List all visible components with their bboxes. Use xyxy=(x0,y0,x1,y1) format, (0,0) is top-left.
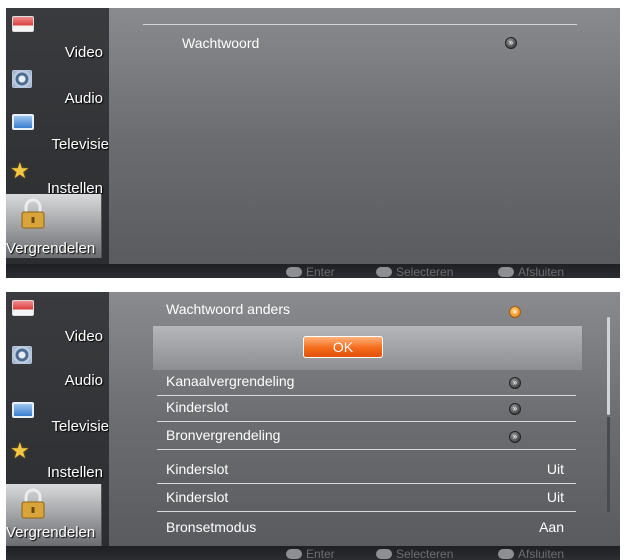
menu-row-label: Kinderslot xyxy=(166,489,229,505)
sidebar-item-label: Audio xyxy=(64,372,103,389)
ok-key-icon xyxy=(286,266,302,277)
sidebar-item-vergrendelen[interactable]: Vergrendelen xyxy=(6,484,102,546)
sidebar: Video Audio Televisie ★ Instellen Vergre… xyxy=(6,8,109,264)
sidebar-item-label: Vergrendelen xyxy=(6,524,96,541)
arrow-icon: » xyxy=(505,37,517,49)
menu-row-label: Kanaalvergrendeling xyxy=(166,373,295,389)
video-icon xyxy=(12,16,34,32)
sidebar-item-audio[interactable]: Audio xyxy=(6,66,109,114)
menu-row-value: Aan xyxy=(539,519,564,535)
star-icon: ★ xyxy=(10,438,30,463)
sidebar-item-label: Instellen xyxy=(47,464,103,481)
sidebar-item-video[interactable]: Video xyxy=(6,296,109,345)
sidebar-item-label: Vergrendelen xyxy=(6,240,96,257)
sidebar-item-label: Televisie xyxy=(51,136,109,153)
row-divider xyxy=(157,449,576,450)
arrow-icon: » xyxy=(509,377,521,389)
hint-exit-label: Afsluiten xyxy=(518,265,565,278)
scrollbar-thumb[interactable] xyxy=(607,317,610,415)
scrollbar-track[interactable] xyxy=(607,417,610,512)
lock-icon xyxy=(21,488,45,519)
hint-bar: Enter Selecteren Afsluiten xyxy=(6,546,620,560)
menu-row-label: Bronvergrendeling xyxy=(166,427,281,443)
menu-row-bronvergrendeling[interactable]: Bronvergrendeling » xyxy=(109,424,620,450)
hint-enter: Enter xyxy=(286,547,335,560)
menu-row-value: Uit xyxy=(546,461,564,477)
video-icon xyxy=(12,300,34,316)
back-key-icon xyxy=(498,266,514,277)
divider xyxy=(143,24,577,25)
menu-screen-2: Video Audio Televisie ★ Instellen Vergre… xyxy=(6,292,620,560)
row-divider xyxy=(157,511,576,512)
hint-exit: Afsluiten xyxy=(498,547,564,560)
content-area: Wachtwoord anders » OK Kanaalvergrendeli… xyxy=(109,292,620,546)
arrow-icon: » xyxy=(509,431,521,443)
menu-row-kanaalvergrendeling[interactable]: Kanaalvergrendeling » xyxy=(109,370,620,396)
audio-icon xyxy=(12,346,32,364)
sidebar-item-label: Video xyxy=(64,44,103,61)
hint-bar: Enter Selecteren Afsluiten xyxy=(6,264,620,278)
arrow-icon: » xyxy=(509,403,521,415)
sidebar-item-televisie[interactable]: Televisie xyxy=(6,110,109,158)
sidebar-item-audio[interactable]: Audio xyxy=(6,342,109,390)
hint-exit-label: Afsluiten xyxy=(518,547,565,560)
menu-row-bronsetmodus[interactable]: Bronsetmodus Aan xyxy=(109,516,620,542)
sidebar-item-video[interactable]: Video xyxy=(6,12,109,61)
dpad-key-icon xyxy=(376,548,392,559)
sidebar-item-instellen[interactable]: ★ Instellen xyxy=(6,438,109,486)
hint-select-label: Selecteren xyxy=(396,547,454,560)
row-divider xyxy=(157,483,576,484)
menu-row-label: Kinderslot xyxy=(166,461,229,477)
tv-icon xyxy=(12,402,34,418)
menu-row-label: Bronsetmodus xyxy=(166,519,257,535)
menu-screen-1: Video Audio Televisie ★ Instellen Vergre… xyxy=(6,8,620,278)
sidebar-item-label: Televisie xyxy=(51,418,109,435)
back-key-icon xyxy=(498,548,514,559)
hint-enter: Enter xyxy=(286,265,335,278)
hint-select-label: Selecteren xyxy=(396,265,454,278)
menu-row-value: Uit xyxy=(546,489,564,505)
ok-key-icon xyxy=(286,548,302,559)
dpad-key-icon xyxy=(376,266,392,277)
tv-icon xyxy=(12,114,34,130)
star-icon: ★ xyxy=(10,158,30,183)
hint-select: Selecteren xyxy=(376,265,453,278)
menu-row-kinderslot[interactable]: Kinderslot » xyxy=(109,396,620,422)
hint-enter-label: Enter xyxy=(306,265,335,278)
audio-icon xyxy=(12,70,32,88)
ok-dialog: OK xyxy=(153,326,582,370)
hint-select: Selecteren xyxy=(376,547,453,560)
menu-row-wachtwoord-anders[interactable]: Wachtwoord anders » xyxy=(109,298,620,324)
hint-enter-label: Enter xyxy=(306,547,335,560)
menu-row-label: Kinderslot xyxy=(166,399,229,415)
sidebar-item-label: Audio xyxy=(64,90,103,107)
menu-row-wachtwoord[interactable]: Wachtwoord » xyxy=(109,32,620,58)
content-area: Wachtwoord » xyxy=(109,8,620,264)
menu-row-label: Wachtwoord anders xyxy=(166,301,290,317)
menu-row-kinderslot-3[interactable]: Kinderslot Uit xyxy=(109,486,620,512)
ok-button[interactable]: OK xyxy=(303,336,383,358)
row-divider xyxy=(157,421,576,422)
sidebar: Video Audio Televisie ★ Instellen Vergre… xyxy=(6,292,109,546)
sidebar-item-vergrendelen[interactable]: Vergrendelen xyxy=(6,194,102,258)
menu-row-label: Wachtwoord xyxy=(182,35,260,51)
lock-icon xyxy=(21,198,45,229)
arrow-icon-orange: » xyxy=(509,306,521,318)
menu-row-kinderslot-2[interactable]: Kinderslot Uit xyxy=(109,458,620,484)
hint-exit: Afsluiten xyxy=(498,265,564,278)
